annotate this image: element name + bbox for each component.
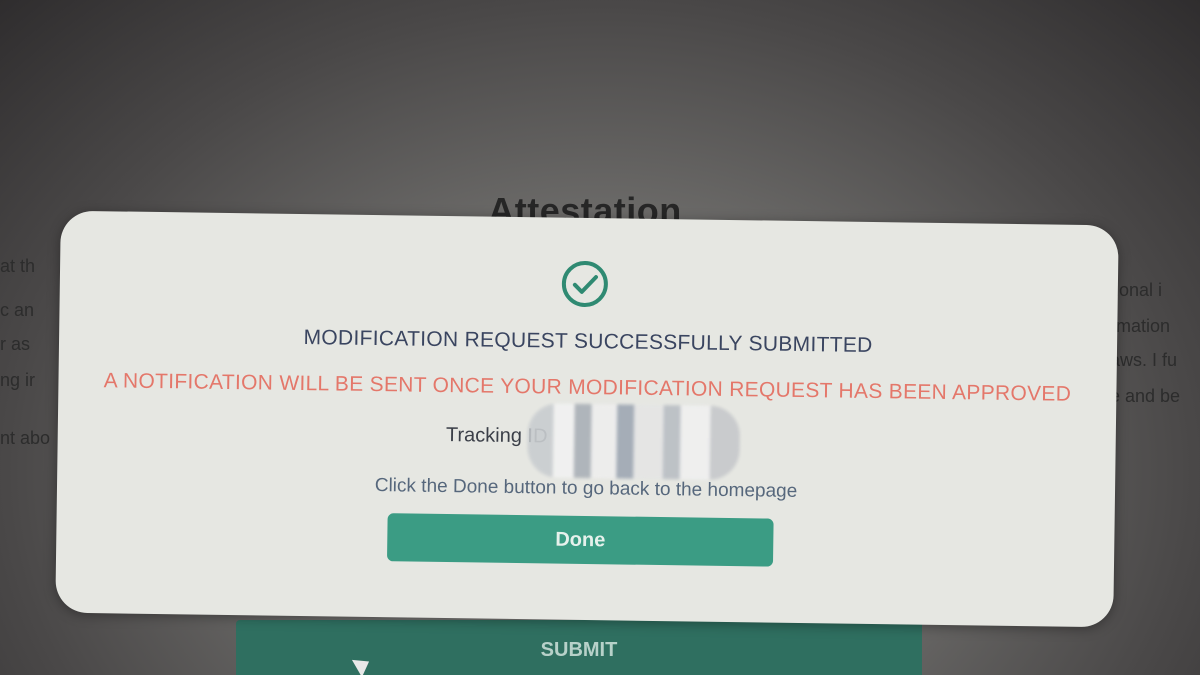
screen: Attestation at th c an r as ng ir nt abo… [0,0,1200,675]
submit-button[interactable]: SUBMIT [236,620,922,675]
approval-notice: A NOTIFICATION WILL BE SENT ONCE YOUR MO… [103,369,1072,406]
check-circle-icon [561,260,608,307]
background-text-fragment: aws. I fu [1110,350,1178,370]
redacted-tracking-id [527,403,741,481]
background-text-fragment: nt abo [0,428,51,448]
background-text-fragment: e and be [1110,386,1181,406]
background-text-fragment: ng ir [0,370,36,390]
success-dialog: MODIFICATION REQUEST SUCCESSFULLY SUBMIT… [55,210,1119,628]
done-button[interactable]: Done [386,513,774,567]
background-text-fragment: c an [0,300,35,320]
background-text-fragment: at th [0,256,36,276]
dialog-title: MODIFICATION REQUEST SUCCESSFULLY SUBMIT… [303,326,873,357]
background-text-fragment: rmation [1110,316,1171,336]
background-text-fragment: r as [0,334,31,354]
background-text-fragment: tional i [1110,280,1163,300]
